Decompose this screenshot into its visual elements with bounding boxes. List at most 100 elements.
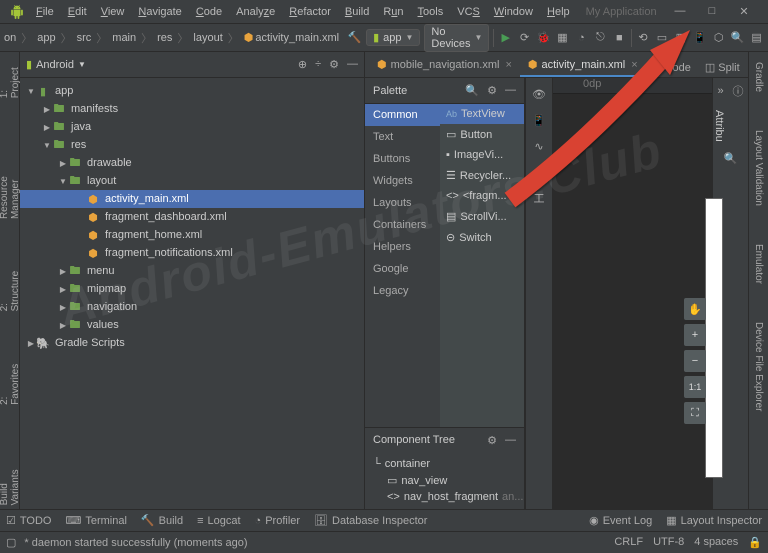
zoom-fit-button[interactable]: 1:1 bbox=[684, 376, 706, 398]
eye-icon[interactable]: 👁 bbox=[529, 84, 549, 104]
pan-icon[interactable]: ✋ bbox=[684, 298, 706, 320]
collapse-icon[interactable]: ÷ bbox=[315, 58, 321, 71]
tree-fragment-notifications[interactable]: ⬢fragment_notifications.xml bbox=[20, 244, 364, 262]
tree-fragment-dashboard[interactable]: ⬢fragment_dashboard.xml bbox=[20, 208, 364, 226]
tree-app[interactable]: ▼▮app bbox=[20, 82, 364, 100]
tree-res[interactable]: ▼🖿res bbox=[20, 136, 364, 154]
palette-item-fragment[interactable]: <><fragm... bbox=[440, 186, 524, 206]
resource-manager-icon[interactable]: ⬡ bbox=[711, 28, 726, 48]
ctree-container[interactable]: └container bbox=[369, 456, 520, 472]
device-dropdown[interactable]: No Devices ▼ bbox=[424, 24, 489, 52]
make-project-icon[interactable]: 🔨 bbox=[347, 28, 362, 48]
view-split[interactable]: ◫ Split bbox=[699, 58, 746, 77]
target-icon[interactable]: ⊕ bbox=[298, 58, 307, 71]
tree-activity-main[interactable]: ⬢activity_main.xml bbox=[20, 190, 364, 208]
tree-layout[interactable]: ▼🖿layout bbox=[20, 172, 364, 190]
palette-item-switch[interactable]: ⊝Switch bbox=[440, 227, 524, 248]
rail-project[interactable]: 1: Project bbox=[0, 58, 21, 102]
crumb-src[interactable]: src bbox=[77, 32, 92, 44]
btab-database-inspector[interactable]: 🗄 Database Inspector bbox=[314, 514, 427, 527]
ctree-hide-icon[interactable]: — bbox=[505, 434, 516, 447]
palette-cat-containers[interactable]: Containers bbox=[365, 214, 440, 236]
stop-button[interactable]: ■ bbox=[612, 28, 627, 48]
run-button[interactable]: ▶ bbox=[498, 28, 513, 48]
run-config-dropdown[interactable]: ▮ app ▼ bbox=[366, 29, 420, 46]
btab-event-log[interactable]: ◉ Event Log bbox=[589, 514, 652, 527]
status-corner-icon[interactable]: ▢ bbox=[6, 536, 16, 549]
menu-run[interactable]: Run bbox=[377, 3, 409, 21]
ctree-nav-host[interactable]: <>nav_host_fragment an... bbox=[369, 489, 520, 505]
menu-analyze[interactable]: Analyze bbox=[230, 3, 281, 21]
constraint-icon[interactable]: 工 bbox=[529, 188, 549, 208]
palette-item-textview[interactable]: AbTextView bbox=[440, 104, 524, 124]
zoom-in-button[interactable]: + bbox=[684, 324, 706, 346]
btab-layout-inspector[interactable]: ▦ Layout Inspector bbox=[666, 514, 762, 527]
tree-menu[interactable]: ▶🖿menu bbox=[20, 262, 364, 280]
device-manager-icon[interactable]: 📱 bbox=[692, 28, 707, 48]
close-button[interactable]: ✕ bbox=[732, 5, 756, 18]
tree-navigation[interactable]: ▶🖿navigation bbox=[20, 298, 364, 316]
attr-back-icon[interactable]: » bbox=[717, 85, 723, 97]
menu-vcs[interactable]: VCS bbox=[451, 3, 486, 21]
view-code[interactable]: ☰ Code bbox=[646, 58, 697, 77]
status-encoding[interactable]: UTF-8 bbox=[653, 536, 684, 549]
device-preview[interactable] bbox=[705, 198, 723, 478]
zoom-actual-button[interactable]: ⛶ bbox=[684, 402, 706, 424]
hide-panel-icon[interactable]: — bbox=[347, 58, 358, 71]
btab-terminal[interactable]: ⌨ Terminal bbox=[65, 514, 126, 527]
status-indent[interactable]: 4 spaces bbox=[694, 536, 738, 549]
rail-gradle[interactable]: Gradle bbox=[753, 58, 764, 96]
palette-item-scrollview[interactable]: ▤ScrollVi... bbox=[440, 206, 524, 227]
tree-java[interactable]: ▶🖿java bbox=[20, 118, 364, 136]
btab-build[interactable]: 🔨 Build bbox=[141, 514, 183, 527]
palette-cat-google[interactable]: Google bbox=[365, 258, 440, 280]
sdk-manager-icon[interactable]: ▥ bbox=[673, 28, 688, 48]
btab-logcat[interactable]: ≡ Logcat bbox=[197, 515, 240, 527]
project-view-selector[interactable]: ▮Android ▼ bbox=[26, 58, 86, 71]
palette-search-icon[interactable]: 🔍 bbox=[465, 84, 479, 97]
tree-fragment-home[interactable]: ⬢fragment_home.xml bbox=[20, 226, 364, 244]
profiler-icon[interactable]: ◔ bbox=[574, 28, 589, 48]
menu-view[interactable]: View bbox=[95, 3, 131, 21]
tree-manifests[interactable]: ▶🖿manifests bbox=[20, 100, 364, 118]
guideline-icon[interactable]: ⊥ bbox=[529, 162, 549, 182]
ctree-gear-icon[interactable]: ⚙ bbox=[487, 434, 497, 447]
palette-item-button[interactable]: ▭Button bbox=[440, 124, 524, 145]
crumb-file[interactable]: activity_main.xml bbox=[255, 32, 339, 44]
rail-favorites[interactable]: 2: Favorites bbox=[0, 356, 21, 409]
crumb-layout[interactable]: layout bbox=[193, 32, 222, 44]
debug-button[interactable]: 🐞 bbox=[536, 28, 551, 48]
rail-build-variants[interactable]: Build Variants bbox=[0, 449, 21, 509]
close-tab-icon[interactable]: × bbox=[631, 59, 637, 71]
menu-navigate[interactable]: Navigate bbox=[132, 3, 187, 21]
settings-icon[interactable]: ▤ bbox=[749, 28, 764, 48]
minimize-button[interactable]: — bbox=[668, 5, 692, 18]
coverage-icon[interactable]: ▦ bbox=[555, 28, 570, 48]
menu-window[interactable]: Window bbox=[488, 3, 539, 21]
palette-cat-legacy[interactable]: Legacy bbox=[365, 280, 440, 302]
tree-gradle[interactable]: ▶🐘Gradle Scripts bbox=[20, 334, 364, 352]
apply-changes-icon[interactable]: ⟳ bbox=[517, 28, 532, 48]
menu-code[interactable]: Code bbox=[190, 3, 228, 21]
palette-cat-layouts[interactable]: Layouts bbox=[365, 192, 440, 214]
crumb-on[interactable]: on bbox=[4, 32, 16, 44]
attr-search-icon[interactable]: 🔍 bbox=[724, 153, 738, 165]
zoom-out-button[interactable]: − bbox=[684, 350, 706, 372]
btab-profiler[interactable]: ◔ Profiler bbox=[255, 515, 301, 527]
settings-gear-icon[interactable]: ⚙ bbox=[329, 58, 339, 71]
tree-drawable[interactable]: ▶🖿drawable bbox=[20, 154, 364, 172]
tab-activity-main[interactable]: ⬢activity_main.xml× bbox=[520, 54, 646, 77]
tab-mobile-navigation[interactable]: ⬢mobile_navigation.xml× bbox=[369, 54, 520, 77]
tree-mipmap[interactable]: ▶🖿mipmap bbox=[20, 280, 364, 298]
magnet-icon[interactable]: ∿ bbox=[529, 136, 549, 156]
palette-cat-buttons[interactable]: Buttons bbox=[365, 148, 440, 170]
crumb-res[interactable]: res bbox=[157, 32, 172, 44]
palette-cat-helpers[interactable]: Helpers bbox=[365, 236, 440, 258]
info-icon[interactable]: ⓘ bbox=[733, 83, 744, 99]
status-crlf[interactable]: CRLF bbox=[614, 536, 643, 549]
sync-gradle-icon[interactable]: ⟲ bbox=[636, 28, 651, 48]
rail-resource-manager[interactable]: Resource Manager bbox=[0, 142, 21, 223]
menu-refactor[interactable]: Refactor bbox=[283, 3, 337, 21]
crumb-app[interactable]: app bbox=[37, 32, 55, 44]
menu-build[interactable]: Build bbox=[339, 3, 375, 21]
